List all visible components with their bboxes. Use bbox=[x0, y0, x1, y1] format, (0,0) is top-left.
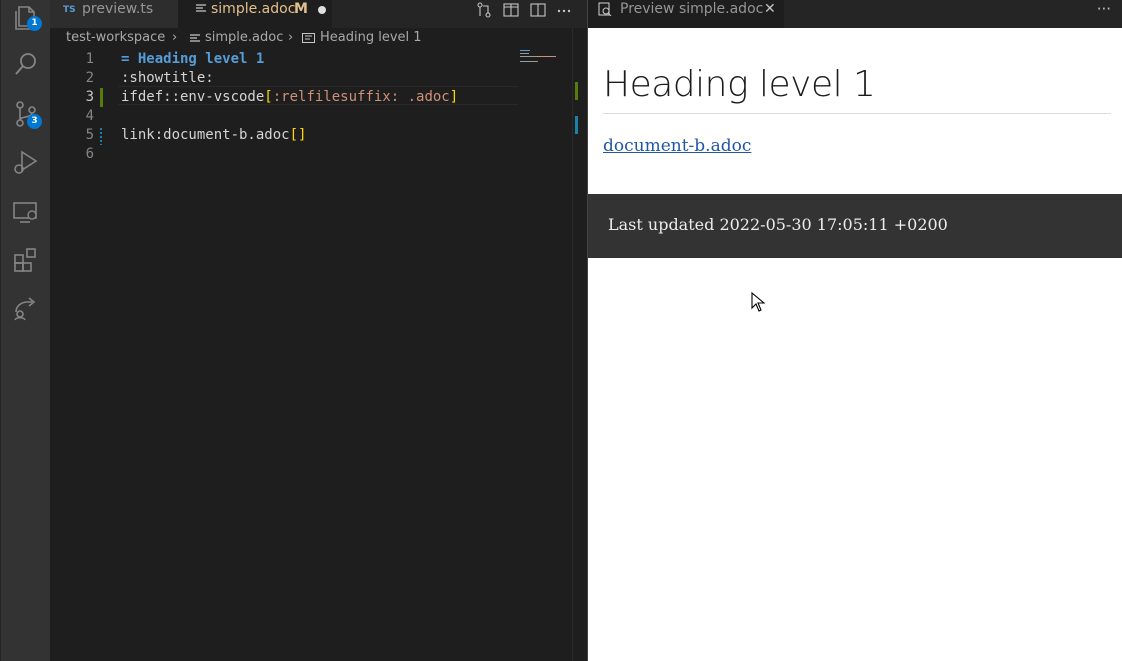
code-line[interactable]: 4 bbox=[50, 107, 520, 126]
string-symbol-icon bbox=[302, 33, 315, 43]
tab-preview-ts[interactable]: TS preview.ts bbox=[50, 0, 178, 28]
breadcrumb: test-workspace › simple.adoc › Heading l… bbox=[50, 28, 587, 48]
scrollbar-change-marker bbox=[575, 82, 578, 100]
close-icon[interactable]: ✕ bbox=[764, 0, 776, 19]
preview-document: Heading level 1 document-b.adoc Last upd… bbox=[588, 28, 1122, 661]
breadcrumb-symbol[interactable]: Heading level 1 bbox=[320, 28, 422, 48]
tab-preview-simple-adoc[interactable]: Preview simple.adoc ✕ bbox=[588, 0, 784, 28]
open-preview-side-icon[interactable] bbox=[503, 2, 519, 18]
live-share-icon[interactable] bbox=[12, 294, 40, 322]
code-line[interactable]: 5 link:document-b.adoc[] bbox=[50, 126, 520, 145]
typescript-file-icon: TS bbox=[63, 5, 76, 15]
code-token: [] bbox=[289, 127, 307, 143]
line-text: :showtitle: bbox=[121, 69, 214, 88]
split-editor-icon[interactable] bbox=[530, 2, 546, 18]
unsaved-dot-icon[interactable] bbox=[318, 6, 326, 14]
line-number: 4 bbox=[85, 108, 94, 124]
more-actions-icon[interactable] bbox=[556, 2, 572, 18]
code-token: = Heading level 1 bbox=[121, 51, 265, 67]
breadcrumb-file[interactable]: simple.adoc bbox=[205, 28, 283, 48]
more-actions-icon[interactable]: ··· bbox=[1097, 0, 1111, 18]
asciidoc-file-icon bbox=[190, 34, 200, 42]
breadcrumb-workspace[interactable]: test-workspace bbox=[66, 28, 165, 48]
code-token: [ bbox=[264, 89, 273, 105]
extensions-icon[interactable] bbox=[12, 246, 40, 274]
line-text: = Heading level 1 bbox=[121, 50, 264, 69]
scrollbar-change-marker bbox=[575, 116, 578, 134]
preview-icon bbox=[598, 2, 612, 16]
explorer-icon[interactable]: 1 bbox=[12, 4, 42, 32]
line-number: 2 bbox=[85, 70, 94, 86]
tab-label: Preview simple.adoc bbox=[620, 1, 764, 17]
line-number: 3 bbox=[85, 89, 94, 105]
activity-bar: 1 3 bbox=[0, 0, 50, 661]
code-token: :showtitle: bbox=[121, 70, 214, 86]
chevron-right-icon: › bbox=[288, 30, 294, 45]
code-token: ] bbox=[449, 89, 459, 105]
preview-group: Preview simple.adoc ✕ ··· Heading level … bbox=[587, 0, 1122, 661]
code-token: :relfilesuffix: .adoc bbox=[272, 89, 450, 105]
minimap[interactable] bbox=[520, 48, 575, 68]
preview-tabbar: Preview simple.adoc ✕ ··· bbox=[588, 0, 1122, 28]
document-link[interactable]: document-b.adoc bbox=[603, 136, 751, 156]
mouse-cursor-icon bbox=[751, 292, 765, 312]
code-line[interactable]: 3 ifdef::env-vscode[:relfilesuffix: .adoc… bbox=[50, 88, 520, 107]
tab-simple-adoc[interactable]: simple.adoc M bbox=[178, 0, 332, 28]
code-token: link:document-b.adoc bbox=[121, 127, 290, 143]
line-number: 6 bbox=[85, 146, 94, 162]
code-editor[interactable]: 1 = Heading level 12 :showtitle:3 ifdef::en… bbox=[50, 48, 520, 661]
code-line[interactable]: 6 bbox=[50, 145, 520, 164]
search-icon[interactable] bbox=[12, 50, 40, 78]
source-control-icon[interactable]: 3 bbox=[12, 100, 42, 129]
modified-status: M bbox=[294, 1, 308, 17]
document-title: Heading level 1 bbox=[603, 62, 1111, 114]
scm-badge: 3 bbox=[27, 114, 42, 129]
editor-tabbar: TS preview.ts simple.adoc M bbox=[50, 0, 587, 28]
asciidoc-file-icon bbox=[196, 4, 206, 12]
code-token: ifdef::env-vscode bbox=[121, 89, 265, 105]
document-footer: Last updated 2022-05-30 17:05:11 +0200 bbox=[588, 194, 1122, 258]
line-text: ifdef::env-vscode[:relfilesuffix: .adoc] bbox=[121, 88, 458, 107]
line-number: 5 bbox=[85, 127, 94, 143]
last-updated-text: Last updated 2022-05-30 17:05:11 +0200 bbox=[608, 215, 948, 234]
editor-group: TS preview.ts simple.adoc M test-workspa… bbox=[50, 0, 587, 661]
tab-label: preview.ts bbox=[82, 1, 154, 17]
chevron-right-icon: › bbox=[172, 30, 178, 45]
code-line[interactable]: 1 = Heading level 1 bbox=[50, 50, 520, 69]
code-line[interactable]: 2 :showtitle: bbox=[50, 69, 520, 88]
run-debug-icon[interactable] bbox=[12, 148, 40, 176]
tab-label: simple.adoc bbox=[211, 1, 296, 17]
open-changes-icon[interactable] bbox=[476, 2, 492, 18]
remote-explorer-icon[interactable] bbox=[12, 198, 40, 226]
line-number: 1 bbox=[85, 51, 94, 67]
explorer-badge: 1 bbox=[27, 16, 42, 31]
line-text: link:document-b.adoc[] bbox=[121, 126, 306, 145]
